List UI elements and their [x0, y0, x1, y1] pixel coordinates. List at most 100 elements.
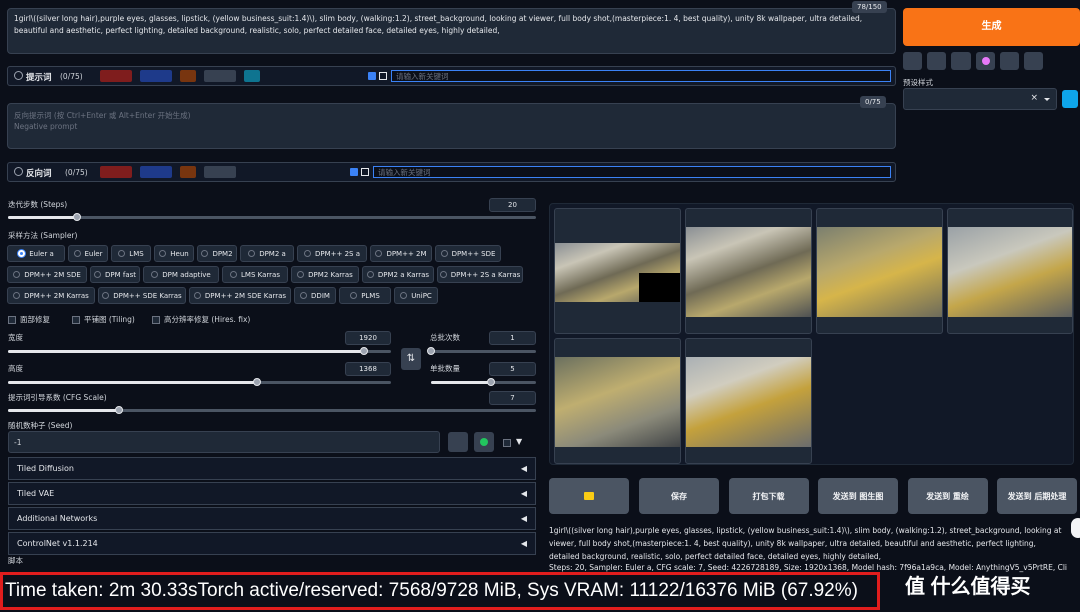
sampler-radio[interactable]: [18, 250, 26, 257]
sampler-radio[interactable]: [350, 292, 358, 299]
sampler-radio[interactable]: [248, 250, 256, 257]
sampler-radio[interactable]: [102, 292, 110, 299]
sampler-option[interactable]: DPM++ 2S a: [297, 245, 367, 262]
face-restore-checkbox[interactable]: [8, 315, 16, 324]
sampler-option[interactable]: LMS: [111, 245, 151, 262]
steps-input[interactable]: 20: [489, 198, 536, 212]
sampler-option[interactable]: DPM++ SDE Karras: [98, 287, 186, 304]
sampler-radio[interactable]: [159, 250, 167, 257]
preset-style-dropdown[interactable]: ×: [903, 88, 1057, 110]
translate-icon[interactable]: [180, 166, 196, 178]
history-icon[interactable]: [204, 70, 236, 82]
copy-icon[interactable]: [140, 70, 172, 82]
accordion-item[interactable]: Additional Networks ◀: [8, 507, 536, 530]
output-action-button[interactable]: 发送到 图生图: [818, 478, 898, 514]
collapse-icon[interactable]: [14, 71, 23, 80]
gallery-grid-thumbnail[interactable]: [554, 208, 681, 334]
trash-icon[interactable]: [951, 52, 971, 70]
cfg-scale-input[interactable]: 7: [489, 391, 536, 405]
sampler-radio[interactable]: [13, 292, 21, 299]
sampler-radio[interactable]: [201, 250, 209, 257]
sampler-option[interactable]: DPM2 Karras: [291, 266, 359, 283]
batch-size-slider[interactable]: [431, 378, 536, 386]
accordion-item[interactable]: Tiled VAE ◀: [8, 482, 536, 505]
sampler-option[interactable]: UniPC: [394, 287, 438, 304]
clear-icon[interactable]: [100, 166, 132, 178]
sampler-radio[interactable]: [375, 250, 383, 257]
layout-icon[interactable]: [361, 168, 369, 176]
sampler-radio[interactable]: [400, 292, 408, 299]
sampler-option[interactable]: DPM++ 2M: [370, 245, 432, 262]
sampler-radio[interactable]: [230, 271, 238, 278]
width-input[interactable]: 1920: [345, 331, 391, 345]
prompt-textarea[interactable]: 1girl\((silver long hair),purple eyes, g…: [7, 8, 896, 54]
dice-icon[interactable]: [448, 432, 468, 452]
sampler-radio[interactable]: [297, 271, 305, 278]
gallery-thumbnail[interactable]: [816, 208, 943, 334]
sampler-radio[interactable]: [439, 271, 447, 278]
sampler-option[interactable]: DDIM: [294, 287, 336, 304]
sampler-option[interactable]: PLMS: [339, 287, 391, 304]
save-style-icon[interactable]: [1023, 52, 1044, 70]
sampler-option[interactable]: DPM++ 2S a Karras: [437, 266, 523, 283]
sampler-option[interactable]: DPM2 a Karras: [362, 266, 434, 283]
sampler-radio[interactable]: [118, 250, 126, 257]
clear-icon[interactable]: [100, 70, 132, 82]
batch-count-input[interactable]: 1: [489, 331, 536, 345]
gallery-thumbnail[interactable]: [685, 208, 812, 334]
sampler-radio[interactable]: [303, 250, 311, 257]
sampler-radio[interactable]: [193, 292, 201, 299]
sampler-radio[interactable]: [366, 271, 374, 278]
copy-icon[interactable]: [140, 166, 172, 178]
refresh-icon[interactable]: [1062, 90, 1078, 108]
output-action-button[interactable]: 发送到 重绘: [907, 478, 988, 514]
batch-count-slider[interactable]: [427, 347, 536, 355]
sampler-radio[interactable]: [73, 250, 81, 257]
history-icon[interactable]: [204, 166, 236, 178]
clear-prompt-icon[interactable]: [927, 52, 947, 70]
output-action-button[interactable]: 打包下载: [728, 478, 809, 514]
height-slider[interactable]: [8, 378, 391, 386]
output-action-button[interactable]: 发送到 后期处理: [997, 478, 1077, 514]
batch-size-input[interactable]: 5: [489, 362, 536, 376]
sampler-option[interactable]: Heun: [154, 245, 194, 262]
cfg-scale-slider[interactable]: [8, 406, 536, 414]
chevron-down-icon[interactable]: [1044, 98, 1050, 101]
sampler-radio[interactable]: [440, 250, 448, 257]
clipboard-icon[interactable]: [999, 52, 1019, 70]
extra-seed-checkbox[interactable]: [503, 439, 511, 447]
negative-keyword-input[interactable]: 请输入新关键词: [373, 166, 891, 178]
chevron-down-icon[interactable]: ▼: [516, 437, 522, 446]
open-folder-button[interactable]: [549, 478, 629, 514]
seed-input[interactable]: -1: [8, 431, 440, 453]
sampler-option[interactable]: DPM++ 2M Karras: [7, 287, 95, 304]
recycle-icon[interactable]: [474, 432, 494, 452]
sampler-option[interactable]: DPM adaptive: [143, 266, 219, 283]
sampler-option[interactable]: Euler: [68, 245, 108, 262]
sampler-radio[interactable]: [93, 271, 101, 278]
layout-icon[interactable]: [379, 72, 387, 80]
extra-networks-icon[interactable]: [975, 52, 995, 70]
face-restore-option[interactable]: 面部修复: [8, 314, 50, 325]
sampler-option[interactable]: DPM2: [197, 245, 237, 262]
sampler-option[interactable]: DPM++ 2M SDE: [7, 266, 87, 283]
tiling-option[interactable]: 平铺图 (Tiling): [72, 314, 135, 325]
swap-dimensions-button[interactable]: ⇅: [401, 348, 421, 370]
steps-slider[interactable]: [8, 213, 536, 221]
apply-styles-icon[interactable]: [903, 52, 923, 70]
prompt-keyword-input[interactable]: 请输入新关键词: [391, 70, 891, 82]
settings-icon[interactable]: [244, 70, 260, 82]
height-input[interactable]: 1368: [345, 362, 391, 376]
gallery-thumbnail[interactable]: [554, 338, 681, 464]
tiling-checkbox[interactable]: [72, 315, 80, 324]
hires-checkbox[interactable]: [152, 315, 160, 324]
translate-icon[interactable]: [180, 70, 196, 82]
negative-prompt-textarea[interactable]: 反向提示词 (按 Ctrl+Enter 或 Alt+Enter 开始生成) Ne…: [7, 103, 896, 149]
clear-icon[interactable]: ×: [1030, 93, 1038, 103]
keyword-checkbox[interactable]: [368, 72, 376, 80]
sampler-option[interactable]: DPM++ 2M SDE Karras: [189, 287, 291, 304]
hires-option[interactable]: 高分辨率修复 (Hires. fix): [152, 314, 250, 325]
sampler-radio[interactable]: [151, 271, 159, 278]
generate-button[interactable]: 生成: [903, 8, 1080, 46]
sampler-option[interactable]: DPM++ SDE: [435, 245, 501, 262]
